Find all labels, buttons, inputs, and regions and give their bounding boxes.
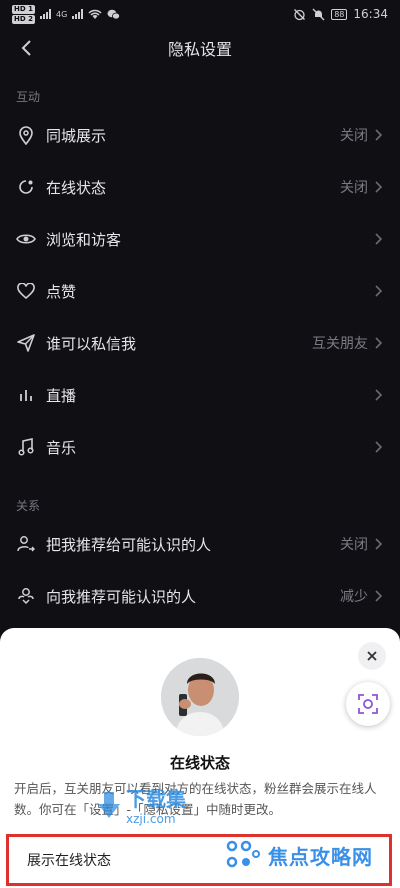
row-recommend-to-me[interactable]: 向我推荐可能认识的人 减少 <box>0 570 400 622</box>
status-left: HD 1 HD 2 4G <box>12 4 121 24</box>
status-right: 88 16:34 <box>293 7 388 21</box>
row-recommend-me[interactable]: 把我推荐给可能认识的人 关闭 <box>0 518 400 570</box>
row-label: 浏览和访客 <box>46 230 122 249</box>
row-label: 同城展示 <box>46 126 107 145</box>
wifi-icon <box>88 9 102 19</box>
chevron-right-icon <box>374 180 384 194</box>
row-value: 关闭 <box>340 180 368 196</box>
sheet-description: 开启后，互关朋友可以看到对方的在线状态，粉丝群会展示在线人数。你可在「设置」-「… <box>14 781 377 817</box>
row-label: 音乐 <box>46 438 77 457</box>
option-label: 展示在线状态 <box>27 853 111 869</box>
chevron-right-icon <box>374 284 384 298</box>
section-label-interaction: 互动 <box>16 90 41 104</box>
row-likes[interactable]: 点赞 <box>0 265 400 317</box>
status-bar: HD 1 HD 2 4G 88 16:34 <box>0 0 400 28</box>
chevron-right-icon <box>374 589 384 603</box>
row-label: 在线状态 <box>46 178 107 197</box>
section-label-relations: 关系 <box>16 499 41 513</box>
row-label: 向我推荐可能认识的人 <box>46 587 197 606</box>
watermark-name-2: 焦点攻略网 <box>268 844 373 869</box>
bars-icon <box>16 385 36 405</box>
back-button[interactable] <box>12 34 40 62</box>
alarm-off-icon <box>294 8 306 20</box>
sheet-title: 在线状态 <box>169 754 230 772</box>
mute-icon <box>312 8 325 20</box>
watermark-xzji: 下载集 xzji.com <box>96 783 186 826</box>
location-pin-icon <box>16 125 36 145</box>
send-icon <box>16 333 36 353</box>
row-live[interactable]: 直播 <box>0 369 400 421</box>
row-value: 关闭 <box>340 128 368 144</box>
eye-icon <box>16 229 36 249</box>
chevron-right-icon <box>374 388 384 402</box>
chevron-right-icon <box>374 537 384 551</box>
row-browse-visitors[interactable]: 浏览和访客 <box>0 213 400 265</box>
person-share-icon <box>16 534 36 554</box>
heart-icon <box>16 281 36 301</box>
chevron-left-icon <box>21 40 31 56</box>
chevron-right-icon <box>374 128 384 142</box>
online-status-icon <box>16 177 36 197</box>
chevron-right-icon <box>374 336 384 350</box>
scan-button[interactable] <box>346 682 390 726</box>
watermark-url: xzji.com <box>126 812 176 826</box>
row-label: 把我推荐给可能认识的人 <box>46 535 212 554</box>
nav-bar: 隐私设置 <box>0 30 400 66</box>
row-direct-message[interactable]: 谁可以私信我 互关朋友 <box>0 317 400 369</box>
watermark-name: 下载集 <box>126 787 186 811</box>
close-button[interactable] <box>358 642 386 670</box>
watermark-jiaodian: 焦点攻略网 <box>226 840 373 870</box>
row-online-status[interactable]: 在线状态 关闭 <box>0 161 400 213</box>
row-label: 谁可以私信我 <box>46 334 137 353</box>
row-value: 减少 <box>340 589 368 605</box>
row-value: 关闭 <box>340 537 368 553</box>
avatar <box>161 658 239 736</box>
hd1-badge: HD 1 <box>12 4 35 14</box>
row-local-display[interactable]: 同城展示 关闭 <box>0 109 400 161</box>
close-icon <box>367 651 377 661</box>
hd2-badge: HD 2 <box>12 14 35 24</box>
row-label: 点赞 <box>46 282 77 301</box>
page-title: 隐私设置 <box>167 40 232 59</box>
row-music[interactable]: 音乐 <box>0 421 400 473</box>
scan-icon <box>358 694 378 714</box>
music-note-icon <box>16 437 36 457</box>
chevron-right-icon <box>374 440 384 454</box>
signal2-icon <box>72 9 84 19</box>
row-value: 互关朋友 <box>312 336 368 352</box>
signal-icon <box>39 9 51 19</box>
hd-indicators: HD 1 HD 2 <box>12 4 35 24</box>
arrow-down-logo-icon <box>98 791 120 818</box>
wechat-icon <box>107 9 121 19</box>
clock: 16:34 <box>353 7 388 21</box>
person-discover-icon <box>16 586 36 606</box>
chevron-right-icon <box>374 232 384 246</box>
dots-logo-icon <box>226 840 260 868</box>
network-type: 4G <box>55 9 68 19</box>
row-label: 直播 <box>46 386 77 405</box>
battery-indicator: 88 <box>331 8 348 20</box>
